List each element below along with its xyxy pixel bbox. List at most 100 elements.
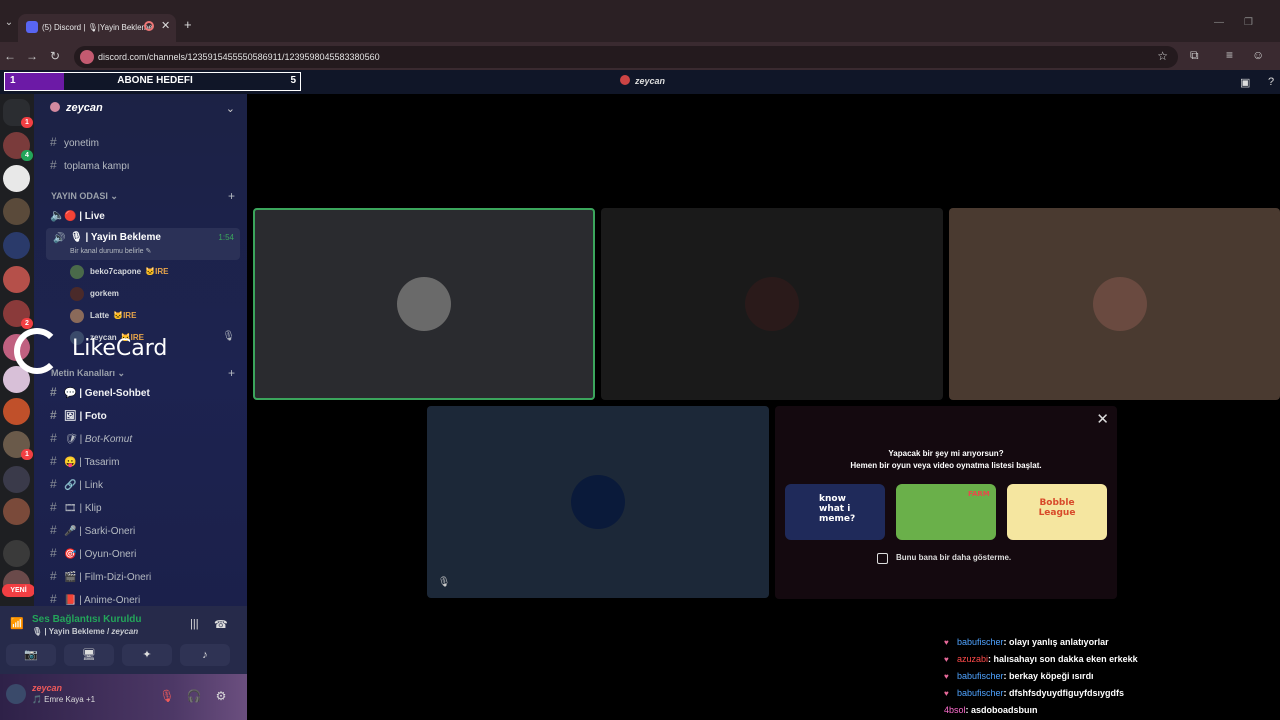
- channel-film-dizi-oneri[interactable]: # 🎬 | Film-Dizi-Oneri: [50, 567, 235, 585]
- headphones-icon[interactable]: 🎧: [183, 686, 205, 706]
- server-icon[interactable]: [3, 232, 30, 259]
- url-text: discord.com/channels/1235915455550586911…: [98, 52, 380, 62]
- chat-text: : asdoboadsbuın: [965, 705, 1038, 715]
- server-icon[interactable]: [3, 498, 30, 525]
- channel-label: 🎬 | Film-Dizi-Oneri: [64, 572, 152, 583]
- channel-link[interactable]: # 🔗 | Link: [50, 475, 235, 493]
- video-tile-beko7capone[interactable]: [253, 208, 595, 400]
- avatar[interactable]: [6, 684, 26, 704]
- minimize-icon[interactable]: —: [1214, 17, 1224, 28]
- hash-icon: #: [50, 546, 57, 560]
- channel-label: 🎯 | Oyun-Oneri: [64, 549, 137, 560]
- server-icon[interactable]: 1: [3, 431, 33, 460]
- channel-toplama-kampi[interactable]: # toplama kampı: [50, 156, 235, 174]
- server-icon[interactable]: [3, 466, 30, 493]
- user-panel: zeycan 🎵 Emre Kaya +1 🎙 🎧 ⚙: [0, 674, 247, 720]
- goal-current: 1: [10, 75, 16, 86]
- server-icon[interactable]: 2: [3, 300, 33, 329]
- game-card-bobble-league[interactable]: Bobble League: [1007, 484, 1107, 540]
- channel-sarki-oneri[interactable]: # 🎤 | Sarki-Oneri: [50, 521, 235, 539]
- game-card-know-what-i-meme[interactable]: know what i meme?: [785, 484, 885, 540]
- new-tab-button[interactable]: +: [184, 18, 192, 32]
- direct-messages-icon[interactable]: 1: [3, 99, 33, 128]
- video-tile-latte[interactable]: [949, 208, 1280, 400]
- category-voice[interactable]: YAYIN ODASI ⌄: [51, 191, 118, 202]
- screen-share-button[interactable]: 🖥: [64, 644, 114, 666]
- activities-button[interactable]: ✦: [122, 644, 172, 666]
- add-channel-button[interactable]: +: [228, 189, 235, 203]
- channel-bot-komut[interactable]: # 🛡 | Bot-Komut: [50, 429, 235, 447]
- game-card-farm[interactable]: FARM: [896, 484, 996, 540]
- settings-gear-icon[interactable]: ⚙: [210, 686, 232, 706]
- channel-genel-sohbet[interactable]: # 💬 | Genel-Sohbet: [50, 383, 235, 401]
- hash-icon: #: [50, 135, 57, 149]
- channel-label: 🖼 | Foto: [64, 411, 107, 422]
- new-badge[interactable]: YENİ: [2, 584, 35, 597]
- bookmark-star-icon[interactable]: ☆: [1157, 49, 1168, 63]
- media-control-icon[interactable]: ≡: [1226, 48, 1233, 62]
- hash-icon: #: [50, 523, 57, 537]
- extensions-icon[interactable]: ⧉: [1190, 48, 1199, 63]
- maximize-icon[interactable]: ❐: [1244, 17, 1253, 28]
- voice-user[interactable]: gorkem: [70, 285, 240, 303]
- mute-mic-icon[interactable]: 🎙: [156, 686, 178, 706]
- channel-yonetim[interactable]: # yonetim: [50, 133, 235, 151]
- voice-connection-panel: 📶 Ses Bağlantısı Kuruldu 🎙 | Yayin Bekle…: [0, 606, 247, 674]
- tab-close-icon[interactable]: ✕: [161, 20, 170, 32]
- channel-label: 🔗 | Link: [64, 480, 103, 491]
- voice-user-name: beko7capone 🐱IRE: [90, 263, 168, 281]
- server-name[interactable]: zeycan: [50, 102, 103, 114]
- voice-channel-name: 🎙 | Yayin Bekleme /: [32, 627, 112, 636]
- server-icon[interactable]: 4: [3, 132, 33, 161]
- server-icon[interactable]: [3, 540, 30, 567]
- voice-status[interactable]: Ses Bağlantısı Kuruldu: [32, 614, 141, 625]
- server-icon[interactable]: [3, 165, 30, 192]
- active-voice-channel[interactable]: 🔊 🎙 | Yayin Bekleme 1:54 Bir kanal durum…: [46, 228, 240, 260]
- chat-text: : dfshfsdyuydfiguyfdsıygdfs: [1003, 688, 1125, 698]
- hash-icon: #: [50, 158, 57, 172]
- avatar: [70, 265, 84, 279]
- address-bar[interactable]: discord.com/channels/1235915455550586911…: [74, 46, 1178, 68]
- chat-message: ♥ babufischer: berkay köpeği ısırdı: [944, 668, 1274, 685]
- heart-icon: ♥: [944, 689, 949, 698]
- noise-suppression-icon[interactable]: |||: [190, 618, 199, 630]
- server-icon[interactable]: [3, 266, 30, 293]
- voice-location[interactable]: 🎙 | Yayin Bekleme / zeycan: [32, 627, 138, 636]
- reload-button[interactable]: ↻: [50, 49, 60, 63]
- server-icon[interactable]: [3, 398, 30, 425]
- chat-text: : olayı yanlış anlatıyorlar: [1003, 637, 1109, 647]
- channel-tasarim[interactable]: # 😛 | Tasarim: [50, 452, 235, 470]
- server-icon[interactable]: [3, 198, 30, 225]
- channel-live[interactable]: 🔈🔴 | Live: [50, 206, 235, 224]
- soundboard-button[interactable]: ♪: [180, 644, 230, 666]
- browser-tab[interactable]: (5) Discord | 🎙|Yayin Bekleme ✕: [18, 14, 176, 42]
- disconnect-icon[interactable]: ☎: [214, 618, 228, 631]
- camera-off-button[interactable]: 📷: [6, 644, 56, 666]
- forward-button[interactable]: →: [26, 49, 38, 63]
- voice-user[interactable]: beko7capone 🐱IRE: [70, 263, 240, 281]
- avatar: [70, 287, 84, 301]
- back-button[interactable]: ←: [4, 49, 16, 63]
- channel-foto[interactable]: # 🖼 | Foto: [50, 406, 235, 424]
- browser-toolbar: ← → ↻ discord.com/channels/1235915455550…: [0, 42, 1280, 70]
- channel-oyun-oneri[interactable]: # 🎯 | Oyun-Oneri: [50, 544, 235, 562]
- user-name: Latte: [90, 311, 110, 320]
- help-icon[interactable]: ?: [1268, 76, 1274, 88]
- video-tile-gorkem[interactable]: [601, 208, 943, 400]
- chat-user: babufischer: [957, 637, 1004, 647]
- tab-search-icon[interactable]: ⌄: [2, 16, 16, 30]
- channel-status-text: Bir kanal durumu belirle: [70, 248, 144, 255]
- chat-user: babufischer: [957, 688, 1004, 698]
- channel-klip[interactable]: # 🎞 | Klip: [50, 498, 235, 516]
- site-info-icon[interactable]: [80, 50, 94, 64]
- video-tile-zeycan[interactable]: [427, 406, 769, 598]
- dont-show-again-checkbox[interactable]: [877, 553, 888, 564]
- voice-user[interactable]: Latte 🐱IRE: [70, 307, 240, 325]
- inbox-icon[interactable]: ▣: [1240, 76, 1250, 89]
- close-icon[interactable]: ✕: [1096, 410, 1109, 428]
- signal-icon[interactable]: 📶: [10, 617, 24, 630]
- channel-status[interactable]: Bir kanal durumu belirle ✎: [70, 247, 151, 255]
- chevron-down-icon[interactable]: ⌄: [226, 102, 235, 115]
- profile-icon[interactable]: ☺: [1252, 48, 1264, 62]
- add-channel-button[interactable]: +: [228, 366, 235, 380]
